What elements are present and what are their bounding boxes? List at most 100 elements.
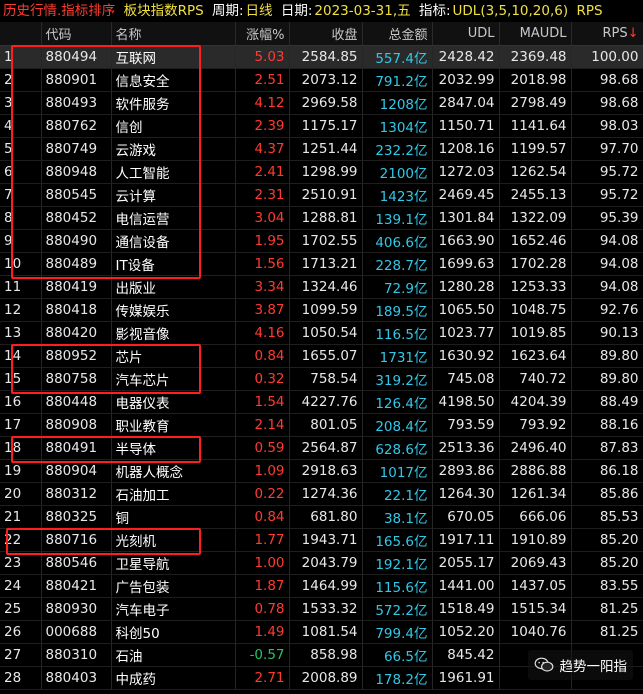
board-name: 人工智能 (111, 160, 236, 184)
maudl-value: 1702.28 (499, 252, 572, 276)
table-row[interactable]: 14 880952 芯片 0.84 1655.07 1731亿 1630.92 1623.64… (0, 344, 643, 368)
table-row[interactable]: 10 880489 IT设备 1.56 1713.21 228.7亿 1699.63 1702… (0, 252, 643, 276)
board-label[interactable]: 板块指数RPS (124, 3, 204, 19)
close-price: 681.80 (289, 505, 363, 529)
close-price: 758.54 (289, 367, 363, 391)
close-price: 801.05 (289, 413, 363, 437)
table-row[interactable]: 18 880491 半导体 0.59 2564.87 628.6亿 2513.36 2496.… (0, 436, 643, 460)
stock-code: 880489 (41, 252, 112, 276)
rps-value: 97.70 (571, 137, 643, 161)
board-name: 半导体 (111, 436, 236, 460)
table-row[interactable]: 5 880749 云游戏 4.37 1251.44 232.2亿 1208.16 1199.5… (0, 137, 643, 161)
total-amount: 116.5亿 (362, 321, 433, 345)
row-index: 8 (0, 206, 42, 230)
total-amount: 189.5亿 (362, 298, 433, 322)
change-pct: 0.84 (235, 344, 290, 368)
close-price: 1324.46 (289, 275, 363, 299)
total-amount: 1304亿 (362, 114, 433, 138)
maudl-value: 2886.88 (499, 459, 572, 483)
table-row[interactable]: 4 880762 信创 2.39 1175.17 1304亿 1150.71 1141.64 9… (0, 114, 643, 138)
col-header-close[interactable]: 收盘 (289, 22, 363, 46)
maudl-value: 1261.34 (499, 482, 572, 506)
table-row[interactable]: 25 880930 汽车电子 0.78 1533.32 572.2亿 1518.49 1515… (0, 597, 643, 621)
rps-value: 89.80 (571, 344, 643, 368)
col-header-code[interactable]: 代码 (41, 22, 112, 46)
row-index: 6 (0, 160, 42, 184)
change-pct: 1.87 (235, 574, 290, 598)
total-amount: 1017亿 (362, 459, 433, 483)
row-index: 18 (0, 436, 42, 460)
col-header-rps[interactable]: RPS↓ (571, 22, 643, 46)
change-pct: 1.00 (235, 551, 290, 575)
close-price: 1702.55 (289, 229, 363, 253)
col-header-amount[interactable]: 总金额 (362, 22, 433, 46)
rps-value: 95.39 (571, 206, 643, 230)
change-pct: 0.78 (235, 597, 290, 621)
col-header-name[interactable]: 名称 (111, 22, 236, 46)
table-row[interactable]: 24 880421 广告包装 1.87 1464.99 115.6亿 1441.00 1437… (0, 574, 643, 598)
table-row[interactable]: 11 880419 出版业 3.34 1324.46 72.9亿 1280.28 1253.3… (0, 275, 643, 299)
board-name: 互联网 (111, 45, 236, 69)
table-row[interactable]: 1 880494 互联网 5.03 2584.85 557.4亿 2428.42 2369.4… (0, 45, 643, 69)
row-index: 11 (0, 275, 42, 299)
udl-value: 4198.50 (432, 390, 500, 414)
table-row[interactable]: 13 880420 影视音像 4.16 1050.54 116.5亿 1023.77 1019… (0, 321, 643, 345)
udl-value: 1961.91 (432, 666, 500, 690)
table-row[interactable]: 17 880908 职业教育 2.14 801.05 208.4亿 793.59 793.92… (0, 413, 643, 437)
total-amount: 178.2亿 (362, 666, 433, 690)
stock-code: 880948 (41, 160, 112, 184)
change-pct: 2.39 (235, 114, 290, 138)
udl-value: 1699.63 (432, 252, 500, 276)
close-price: 1713.21 (289, 252, 363, 276)
table-row[interactable]: 8 880452 电信运营 3.04 1288.81 139.1亿 1301.84 1322.… (0, 206, 643, 230)
row-index: 5 (0, 137, 42, 161)
close-price: 1251.44 (289, 137, 363, 161)
change-pct: 1.54 (235, 390, 290, 414)
col-header-index[interactable] (0, 22, 42, 46)
change-pct: 5.03 (235, 45, 290, 69)
table-row[interactable]: 9 880490 通信设备 1.95 1702.55 406.6亿 1663.90 1652.… (0, 229, 643, 253)
period-value[interactable]: 日线 (246, 3, 273, 19)
close-price: 1099.59 (289, 298, 363, 322)
total-amount: 406.6亿 (362, 229, 433, 253)
table-row[interactable]: 21 880325 铜 0.84 681.80 38.1亿 670.05 666.06 85.5… (0, 505, 643, 529)
col-header-maudl[interactable]: MAUDL (499, 22, 572, 46)
sort-desc-icon: ↓ (627, 26, 639, 41)
maudl-value: 4204.39 (499, 390, 572, 414)
table-row[interactable]: 3 880493 软件服务 4.12 2969.58 1208亿 2847.04 2798.4… (0, 91, 643, 115)
table-row[interactable]: 12 880418 传媒娱乐 3.87 1099.59 189.5亿 1065.50 1048… (0, 298, 643, 322)
maudl-value: 2018.98 (499, 68, 572, 92)
table-row[interactable]: 19 880904 机器人概念 1.09 2918.63 1017亿 2893.86 2886… (0, 459, 643, 483)
rps-value: 81.25 (571, 620, 643, 644)
col-header-udl[interactable]: UDL (432, 22, 500, 46)
row-index: 24 (0, 574, 42, 598)
table-row[interactable]: 16 880448 电器仪表 1.54 4227.76 126.4亿 4198.50 4204… (0, 390, 643, 414)
change-pct: 4.37 (235, 137, 290, 161)
udl-value: 2847.04 (432, 91, 500, 115)
udl-value: 670.05 (432, 505, 500, 529)
stock-code: 880493 (41, 91, 112, 115)
indicator-value[interactable]: UDL(3,5,10,20,6) (453, 3, 569, 19)
rps-value: 98.03 (571, 114, 643, 138)
stock-code: 880491 (41, 436, 112, 460)
table-row[interactable]: 15 880758 汽车芯片 0.32 758.54 319.2亿 745.08 740.72… (0, 367, 643, 391)
board-name: 汽车芯片 (111, 367, 236, 391)
table-row[interactable]: 7 880545 云计算 2.31 2510.91 1423亿 2469.45 2455.13… (0, 183, 643, 207)
table-row[interactable]: 6 880948 人工智能 2.41 1298.99 2100亿 1272.03 1262.5… (0, 160, 643, 184)
stock-code: 880490 (41, 229, 112, 253)
table-row[interactable]: 23 880546 卫星导航 1.00 2043.79 192.1亿 2055.17 2069… (0, 551, 643, 575)
row-index: 9 (0, 229, 42, 253)
close-price: 2043.79 (289, 551, 363, 575)
date-value[interactable]: 2023-03-31,五 (314, 3, 410, 19)
table-row[interactable]: 26 000688 科创50 1.49 1081.54 799.4亿 1052.20 1040… (0, 620, 643, 644)
table-row[interactable]: 2 880901 信息安全 2.51 2073.12 791.2亿 2032.99 2018.… (0, 68, 643, 92)
close-price: 2969.58 (289, 91, 363, 115)
stock-code: 880901 (41, 68, 112, 92)
col-header-change[interactable]: 涨幅% (235, 22, 290, 46)
stock-code: 880930 (41, 597, 112, 621)
maudl-value: 2496.40 (499, 436, 572, 460)
board-name: 电器仪表 (111, 390, 236, 414)
table-row[interactable]: 20 880312 石油加工 0.22 1274.36 22.1亿 1264.30 1261.… (0, 482, 643, 506)
table-row[interactable]: 22 880716 光刻机 1.77 1943.71 165.6亿 1917.11 1910.… (0, 528, 643, 552)
title-bar: 历史行情.指标排序 板块指数RPS 周期: 日线 日期: 2023-03-31,五 … (0, 0, 643, 22)
